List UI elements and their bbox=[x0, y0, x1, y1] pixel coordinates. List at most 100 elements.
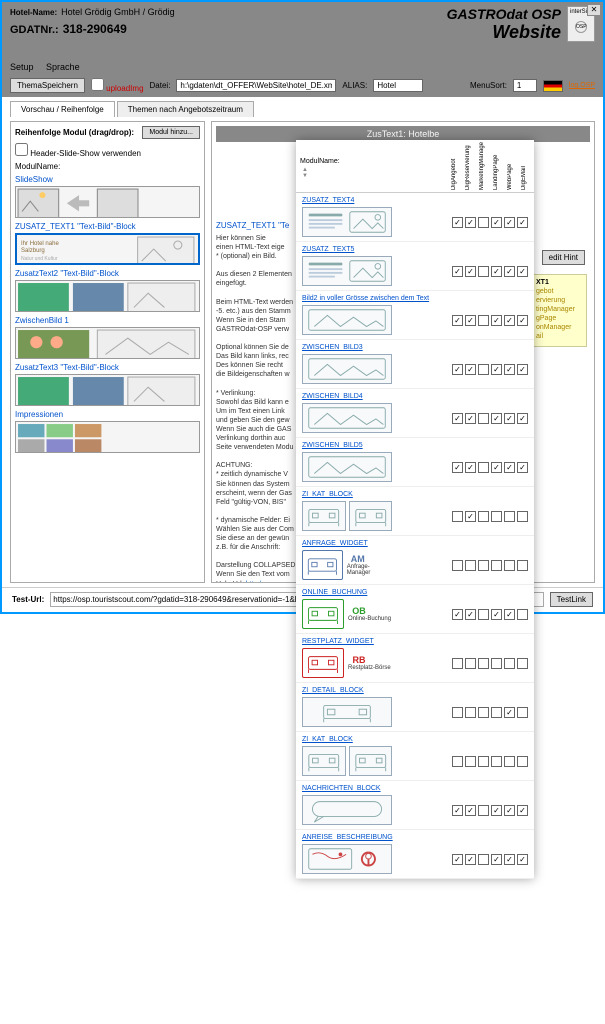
checkbox[interactable] bbox=[504, 217, 515, 228]
checkbox[interactable] bbox=[504, 511, 515, 522]
edit-hint-button[interactable]: edit Hint bbox=[542, 250, 585, 265]
module-row[interactable]: ZI_KAT_BLOCK bbox=[296, 487, 534, 536]
testlink-button[interactable]: TestLink bbox=[550, 592, 593, 607]
module-item[interactable]: ZusatzText3 "Text-Bild"-Block bbox=[15, 363, 200, 372]
save-theme-button[interactable]: ThemaSpeichern bbox=[10, 78, 85, 93]
checkbox[interactable] bbox=[465, 413, 476, 424]
module-thumb[interactable] bbox=[15, 421, 200, 453]
checkbox[interactable] bbox=[478, 462, 489, 473]
module-row[interactable]: ZWISCHEN_BILD3 bbox=[296, 340, 534, 389]
module-row[interactable]: Bild2 in voller Grösse zwischen dem Text bbox=[296, 291, 534, 340]
checkbox[interactable] bbox=[491, 707, 502, 718]
checkbox[interactable] bbox=[491, 266, 502, 277]
checkbox[interactable] bbox=[452, 462, 463, 473]
checkbox[interactable] bbox=[504, 756, 515, 767]
column-header[interactable]: LandingPage bbox=[492, 140, 506, 192]
alias-input[interactable] bbox=[373, 79, 423, 92]
checkbox[interactable] bbox=[478, 217, 489, 228]
checkbox[interactable] bbox=[478, 658, 489, 669]
module-row[interactable]: ZWISCHEN_BILD4 bbox=[296, 389, 534, 438]
checkbox[interactable] bbox=[452, 756, 463, 767]
checkbox[interactable] bbox=[465, 266, 476, 277]
checkbox[interactable] bbox=[452, 805, 463, 816]
upload-img-checkbox[interactable]: uploadImg bbox=[91, 78, 144, 93]
checkbox[interactable] bbox=[478, 707, 489, 718]
module-item[interactable]: SlideShow bbox=[15, 175, 200, 184]
checkbox[interactable] bbox=[504, 707, 515, 718]
checkbox[interactable] bbox=[452, 511, 463, 522]
module-item[interactable]: ZwischenBild 1 bbox=[15, 316, 200, 325]
checkbox[interactable] bbox=[465, 756, 476, 767]
checkbox[interactable] bbox=[491, 854, 502, 865]
module-row[interactable]: ANREISE_BESCHREIBUNG bbox=[296, 830, 534, 879]
checkbox[interactable] bbox=[491, 511, 502, 522]
checkbox[interactable] bbox=[478, 854, 489, 865]
checkbox[interactable] bbox=[517, 217, 528, 228]
checkbox[interactable] bbox=[517, 462, 528, 473]
checkbox[interactable] bbox=[517, 413, 528, 424]
checkbox[interactable] bbox=[452, 658, 463, 669]
checkbox[interactable] bbox=[478, 511, 489, 522]
module-item[interactable]: Impressionen bbox=[15, 410, 200, 419]
log-link[interactable]: log.OSP bbox=[569, 82, 595, 89]
column-header[interactable]: DigAngebot bbox=[450, 140, 464, 192]
checkbox[interactable] bbox=[465, 658, 476, 669]
datei-input[interactable] bbox=[176, 79, 336, 92]
module-thumb[interactable] bbox=[15, 327, 200, 359]
checkbox[interactable] bbox=[517, 805, 528, 816]
checkbox[interactable] bbox=[517, 658, 528, 669]
checkbox[interactable] bbox=[517, 609, 528, 620]
checkbox[interactable] bbox=[491, 315, 502, 326]
checkbox[interactable] bbox=[465, 707, 476, 718]
checkbox[interactable] bbox=[517, 707, 528, 718]
checkbox[interactable] bbox=[452, 854, 463, 865]
checkbox[interactable] bbox=[465, 560, 476, 571]
checkbox[interactable] bbox=[478, 560, 489, 571]
checkbox[interactable] bbox=[452, 364, 463, 375]
module-item[interactable]: ZusatzText2 "Text-Bild"-Block bbox=[15, 269, 200, 278]
checkbox[interactable] bbox=[504, 805, 515, 816]
checkbox[interactable] bbox=[491, 217, 502, 228]
module-item[interactable]: ZUSATZ_TEXT1 "Text-Bild"-Block bbox=[15, 222, 200, 231]
close-button[interactable]: ✕ bbox=[587, 4, 601, 16]
module-row[interactable]: ANFRAGE_WIDGETAMAnfrage-Manager bbox=[296, 536, 534, 585]
sort-icons[interactable]: ▲▼ bbox=[300, 165, 446, 181]
checkbox[interactable] bbox=[491, 609, 502, 620]
checkbox[interactable] bbox=[465, 609, 476, 620]
checkbox[interactable] bbox=[478, 413, 489, 424]
module-row[interactable]: ZI_DETAIL_BLOCK bbox=[296, 683, 534, 732]
checkbox[interactable] bbox=[452, 266, 463, 277]
checkbox[interactable] bbox=[452, 707, 463, 718]
flag-de-icon[interactable] bbox=[543, 80, 563, 92]
checkbox[interactable] bbox=[504, 560, 515, 571]
checkbox[interactable] bbox=[491, 805, 502, 816]
checkbox[interactable] bbox=[517, 756, 528, 767]
checkbox[interactable] bbox=[504, 854, 515, 865]
checkbox[interactable] bbox=[478, 609, 489, 620]
module-thumb[interactable] bbox=[15, 186, 200, 218]
checkbox[interactable] bbox=[478, 756, 489, 767]
tab-vorschau[interactable]: Vorschau / Reihenfolge bbox=[10, 101, 115, 117]
checkbox[interactable] bbox=[465, 805, 476, 816]
column-header[interactable]: WebPage bbox=[506, 140, 520, 192]
module-row[interactable]: ONLINE_BUCHUNGOBOnline-Buchung bbox=[296, 585, 534, 634]
checkbox[interactable] bbox=[504, 658, 515, 669]
menu-sprache[interactable]: Sprache bbox=[46, 62, 80, 72]
menusort-input[interactable] bbox=[513, 79, 537, 92]
checkbox[interactable] bbox=[504, 609, 515, 620]
checkbox[interactable] bbox=[452, 560, 463, 571]
column-header[interactable]: MarketingManage bbox=[478, 140, 492, 192]
checkbox[interactable] bbox=[478, 805, 489, 816]
checkbox[interactable] bbox=[491, 364, 502, 375]
module-row[interactable]: NACHRICHTEN_BLOCK bbox=[296, 781, 534, 830]
module-row[interactable]: RESTPLATZ_WIDGETRBRestplatz-Börse bbox=[296, 634, 534, 683]
module-thumb[interactable]: Ihr Hotel naheSalzburgNatur und Kultur bbox=[15, 233, 200, 265]
checkbox[interactable] bbox=[465, 364, 476, 375]
tab-themen[interactable]: Themen nach Angebotszeitraum bbox=[117, 101, 254, 117]
checkbox[interactable] bbox=[491, 413, 502, 424]
checkbox[interactable] bbox=[478, 315, 489, 326]
column-header[interactable]: DigEMail bbox=[520, 140, 534, 192]
checkbox[interactable] bbox=[517, 315, 528, 326]
checkbox[interactable] bbox=[452, 217, 463, 228]
module-row[interactable]: ZUSATZ_TEXT5 bbox=[296, 242, 534, 291]
